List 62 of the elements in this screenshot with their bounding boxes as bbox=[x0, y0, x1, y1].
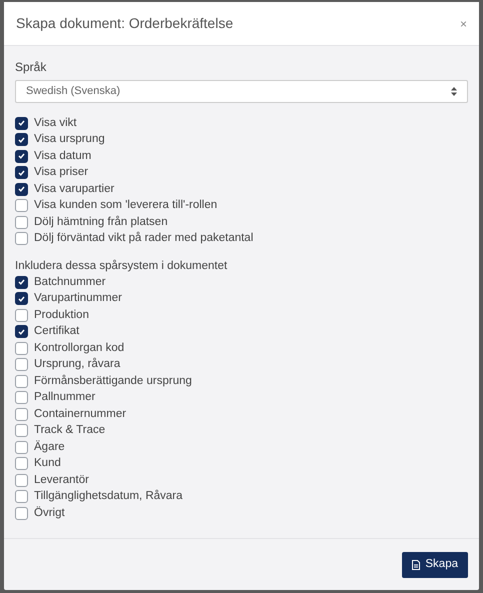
checkbox-label: Visa vikt bbox=[34, 116, 77, 131]
checkbox-label: Leverantör bbox=[34, 472, 89, 488]
document-icon bbox=[412, 560, 420, 570]
checkbox[interactable] bbox=[15, 474, 28, 487]
checkbox[interactable] bbox=[15, 358, 28, 372]
checkbox[interactable] bbox=[15, 276, 28, 289]
checkbox-label: Visa datum bbox=[34, 148, 92, 164]
checkbox-label: Visa ursprung bbox=[34, 132, 105, 148]
checkbox-label: Dölj hämtning från platsen bbox=[34, 214, 168, 230]
checkbox[interactable] bbox=[15, 490, 28, 504]
create-button[interactable]: Skapa bbox=[402, 552, 468, 578]
checkbox[interactable] bbox=[15, 391, 28, 404]
checkbox[interactable] bbox=[15, 308, 28, 322]
check-icon bbox=[18, 186, 25, 192]
sort-icon bbox=[451, 87, 457, 96]
checkbox-label: Ägare bbox=[34, 439, 65, 455]
checkbox-label: Certifikat bbox=[34, 324, 80, 340]
section-heading: Inkludera dessa spårsystem i dokumentet bbox=[15, 258, 228, 274]
checkbox[interactable] bbox=[15, 166, 28, 180]
checkbox-label: Batchnummer bbox=[34, 274, 106, 290]
checkbox[interactable] bbox=[15, 150, 28, 163]
checkbox-label: Tillgänglighetsdatum, Råvara bbox=[34, 488, 183, 504]
checkbox[interactable] bbox=[15, 424, 28, 438]
checkbox[interactable] bbox=[15, 116, 28, 130]
dialog-title: Skapa dokument: Orderbekräftelse bbox=[16, 14, 234, 33]
checkbox-label: Kund bbox=[34, 456, 61, 472]
close-button[interactable]: × bbox=[460, 14, 467, 32]
checkbox[interactable] bbox=[15, 232, 28, 246]
checkbox[interactable] bbox=[15, 408, 28, 421]
checkbox-label: Produktion bbox=[34, 308, 89, 323]
checkbox[interactable] bbox=[15, 182, 28, 196]
checkbox-label: Visa priser bbox=[34, 165, 88, 180]
check-icon bbox=[18, 120, 25, 126]
checkbox[interactable] bbox=[15, 292, 28, 306]
checkbox[interactable] bbox=[15, 199, 28, 212]
checkbox[interactable] bbox=[15, 457, 28, 470]
check-icon bbox=[18, 136, 25, 143]
check-icon bbox=[18, 279, 25, 286]
checkbox-label: Track & Trace bbox=[34, 423, 106, 438]
checkbox-label: Pallnummer bbox=[34, 390, 96, 406]
checkbox[interactable] bbox=[15, 506, 28, 520]
checkbox[interactable] bbox=[15, 133, 28, 146]
checkbox[interactable] bbox=[15, 325, 28, 338]
check-icon bbox=[18, 170, 25, 176]
field-label: Språk bbox=[15, 59, 48, 76]
checkbox-label: Varupartinummer bbox=[34, 291, 122, 306]
checkbox-label: Visa kunden som 'leverera till'-rollen bbox=[34, 198, 218, 214]
language-select[interactable]: Swedish (Svenska) bbox=[15, 80, 468, 103]
checkbox-label: Kontrollorgan kod bbox=[34, 340, 124, 356]
checkbox-label: Dölj förväntad vikt på rader med paketantal bbox=[34, 230, 254, 246]
checkbox[interactable] bbox=[15, 342, 28, 355]
checkbox-label: Containernummer bbox=[34, 406, 126, 422]
checkbox-label: Visa varupartier bbox=[34, 182, 114, 197]
check-icon bbox=[18, 328, 25, 335]
checkbox[interactable] bbox=[15, 374, 28, 388]
checkbox-label: Förmånsberättigande ursprung bbox=[34, 374, 192, 389]
checkbox[interactable] bbox=[15, 440, 28, 454]
checkbox-label: Övrigt bbox=[34, 505, 65, 521]
checkbox[interactable] bbox=[15, 216, 28, 229]
check-icon bbox=[18, 153, 25, 160]
checkbox-label: Ursprung, råvara bbox=[34, 356, 120, 372]
check-icon bbox=[18, 296, 25, 302]
